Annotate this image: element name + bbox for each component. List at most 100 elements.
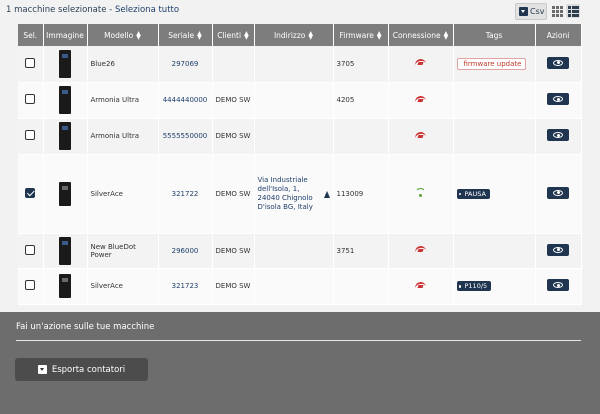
serial-cell[interactable]: 296000 — [158, 233, 213, 269]
tag-badge: firmware update — [456, 57, 527, 70]
machine-image — [59, 236, 71, 265]
address-text: Via Industriale dell'Isola, 1, 24040 Chi… — [257, 175, 313, 211]
client-cell — [212, 46, 255, 83]
header-firmware[interactable]: Firmware ▲ ▼ — [333, 24, 389, 46]
export-counters-button[interactable]: Esporta contatori — [15, 358, 148, 381]
view-details-button[interactable] — [547, 243, 569, 256]
row-checkbox[interactable] — [25, 57, 36, 68]
serial-cell[interactable]: 4444440000 — [158, 82, 213, 119]
machine-image — [59, 49, 71, 78]
table-row: SilverAce 321723 DEMO SW P110/5 — [18, 268, 582, 305]
row-checkbox[interactable] — [25, 94, 36, 104]
header-clients[interactable]: Clienti ▲ ▼ — [212, 24, 255, 46]
serial-cell[interactable]: 297069 — [158, 46, 213, 83]
machine-image — [59, 181, 71, 206]
selection-separator: - — [106, 5, 115, 15]
model-cell: SilverAce — [87, 268, 159, 305]
table-row: Armonia Ultra 4444440000 DEMO SW 4205 — [18, 82, 582, 119]
machine-image — [59, 86, 71, 114]
sort-icon[interactable]: ▲ ▼ — [308, 30, 313, 40]
table-row: Blue26 297069 3705 firmware update — [18, 46, 582, 83]
firmware-cell: 3751 — [333, 233, 389, 269]
row-checkbox[interactable] — [25, 244, 36, 255]
header-image: Immagine — [43, 24, 88, 46]
row-checkbox[interactable] — [25, 280, 36, 290]
table-row: Armonia Ultra 5555550000 DEMO SW — [18, 118, 582, 155]
wifi-off-icon — [415, 245, 426, 254]
sort-icon[interactable]: ▲ ▼ — [377, 30, 382, 40]
sort-icon[interactable]: ▲ ▼ — [444, 30, 449, 40]
model-cell: Blue26 — [87, 46, 159, 83]
divider — [16, 340, 581, 341]
address-cell — [254, 46, 334, 83]
view-details-button[interactable] — [547, 129, 569, 141]
select-all-link[interactable]: Seleziona tutto — [115, 5, 179, 15]
model-cell: Armonia Ultra — [87, 118, 159, 155]
model-cell: Armonia Ultra — [87, 82, 159, 119]
tag-badge: PAUSA — [456, 188, 490, 199]
top-bar: 1 macchine selezionate - Seleziona tutto… — [0, 0, 600, 22]
tags-cell — [453, 118, 536, 155]
address-cell: Via Industriale dell'Isola, 1, 24040 Chi… — [254, 154, 334, 234]
tags-cell — [453, 82, 536, 119]
serial-cell[interactable]: 321723 — [158, 268, 213, 305]
wifi-off-icon — [415, 131, 426, 140]
client-cell: DEMO SW — [212, 154, 255, 234]
tag-badge: P110/5 — [456, 281, 492, 291]
row-checkbox[interactable] — [25, 130, 36, 140]
wifi-off-icon — [415, 58, 426, 67]
row-checkbox[interactable] — [25, 187, 36, 198]
wifi-off-icon — [415, 95, 426, 104]
grid-view-icon[interactable] — [550, 4, 564, 18]
wifi-on-icon — [415, 188, 426, 197]
header-tags: Tags — [453, 24, 536, 46]
address-cell — [254, 118, 334, 155]
firmware-cell: 4205 — [333, 82, 389, 119]
selection-count: 1 macchine selezionate — [6, 5, 107, 15]
csv-export-button[interactable]: Csv — [515, 3, 547, 20]
address-cell — [254, 268, 334, 305]
firmware-cell: 113009 — [333, 154, 389, 234]
header-model[interactable]: Modello ▲ ▼ — [87, 24, 159, 46]
download-icon — [519, 7, 528, 16]
header-sel: Sel. — [18, 24, 44, 46]
machines-table: Sel. Immagine Modello ▲ ▼ Seriale ▲ ▼ Client… — [18, 24, 582, 305]
panel-title: Fai un'azione sulle tue macchine — [16, 322, 155, 332]
model-cell: New BlueDot Power — [87, 233, 159, 269]
machine-image — [59, 274, 71, 298]
selection-info: 1 macchine selezionate - Seleziona tutto — [6, 5, 179, 15]
view-details-button[interactable] — [547, 279, 569, 291]
address-cell — [254, 82, 334, 119]
firmware-cell — [333, 268, 389, 305]
client-cell: DEMO SW — [212, 118, 255, 155]
csv-label: Csv — [530, 7, 545, 16]
navigation-icon[interactable] — [323, 191, 330, 198]
header-connection[interactable]: Connessione ▲ ▼ — [388, 24, 454, 46]
header-serial[interactable]: Seriale ▲ ▼ — [158, 24, 213, 46]
table-header: Sel. Immagine Modello ▲ ▼ Seriale ▲ ▼ Client… — [18, 24, 582, 46]
list-view-icon[interactable] — [566, 4, 580, 18]
download-icon — [37, 365, 47, 374]
sort-icon[interactable]: ▲ ▼ — [244, 30, 249, 40]
model-cell: SilverAce — [87, 154, 159, 234]
view-details-button[interactable] — [547, 56, 569, 69]
client-cell: DEMO SW — [212, 268, 255, 305]
client-cell: DEMO SW — [212, 82, 255, 119]
wifi-off-icon — [415, 281, 426, 290]
header-actions: Azioni — [535, 24, 582, 46]
header-address[interactable]: Indirizzo ▲ ▼ — [254, 24, 334, 46]
bulk-actions-panel: Fai un'azione sulle tue macchine Esporta… — [0, 312, 600, 414]
sort-icon[interactable]: ▲ ▼ — [136, 30, 141, 40]
sort-icon[interactable]: ▲ ▼ — [197, 30, 202, 40]
table-row: New BlueDot Power 296000 DEMO SW 3751 — [18, 233, 582, 269]
tags-cell — [453, 233, 536, 269]
table-row: SilverAce 321722 DEMO SW Via Industriale… — [18, 154, 582, 234]
view-details-button[interactable] — [547, 93, 569, 105]
export-label: Esporta contatori — [51, 364, 126, 375]
serial-cell[interactable]: 321722 — [158, 154, 213, 234]
machine-image — [59, 122, 71, 150]
view-details-button[interactable] — [547, 186, 569, 199]
serial-cell[interactable]: 5555550000 — [158, 118, 213, 155]
address-cell — [254, 233, 334, 269]
client-cell: DEMO SW — [212, 233, 255, 269]
